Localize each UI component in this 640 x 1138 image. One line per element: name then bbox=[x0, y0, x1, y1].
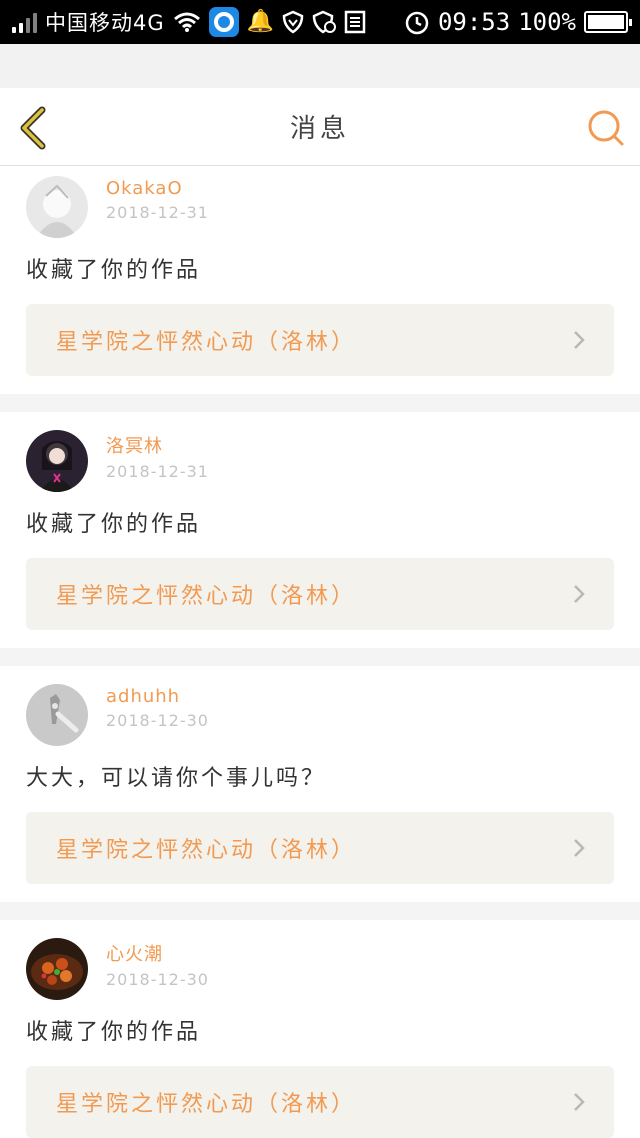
work-link[interactable]: 星学院之怦然心动（洛林） bbox=[26, 1066, 614, 1138]
message-date: 2018-12-31 bbox=[106, 462, 209, 481]
message-date: 2018-12-31 bbox=[106, 203, 209, 222]
message-text: 收藏了你的作品 bbox=[26, 512, 202, 537]
top-spacer bbox=[0, 44, 640, 88]
carrier-label: 中国移动4G bbox=[45, 11, 165, 35]
message-card: 心火潮 2018-12-30 收藏了你的作品 星学院之怦然心动（洛林） bbox=[0, 920, 640, 1138]
message-date: 2018-12-30 bbox=[106, 970, 209, 989]
avatar[interactable] bbox=[26, 430, 88, 492]
username[interactable]: adhuhh bbox=[106, 686, 209, 707]
username[interactable]: OkakaO bbox=[106, 178, 209, 199]
back-arrow-icon[interactable] bbox=[18, 106, 48, 150]
navigation-bar: 消息 bbox=[0, 88, 640, 166]
message-card: 洛冥林 2018-12-31 收藏了你的作品 星学院之怦然心动（洛林） bbox=[0, 412, 640, 648]
page-title: 消息 bbox=[289, 114, 350, 144]
work-title: 星学院之怦然心动（洛林） bbox=[56, 584, 357, 609]
work-link[interactable]: 星学院之怦然心动（洛林） bbox=[26, 812, 614, 884]
status-bar: 中国移动4G 🔔 09:53 100% bbox=[0, 0, 640, 44]
message-list: OkakaO 2018-12-31 收藏了你的作品 星学院之怦然心动（洛林） 洛… bbox=[0, 166, 640, 1138]
avatar[interactable] bbox=[26, 176, 88, 238]
wifi-icon bbox=[173, 12, 200, 32]
shield-plus-icon bbox=[312, 10, 337, 34]
work-title: 星学院之怦然心动（洛林） bbox=[56, 838, 357, 863]
message-text: 大大，可以请你个事儿吗？ bbox=[26, 766, 327, 791]
alarm-icon bbox=[405, 11, 429, 35]
work-link[interactable]: 星学院之怦然心动（洛林） bbox=[26, 304, 614, 376]
message-text: 收藏了你的作品 bbox=[26, 258, 202, 283]
avatar[interactable] bbox=[26, 684, 88, 746]
signal-icon bbox=[12, 11, 37, 33]
message-date: 2018-12-30 bbox=[106, 711, 209, 730]
message-card: OkakaO 2018-12-31 收藏了你的作品 星学院之怦然心动（洛林） bbox=[0, 166, 640, 394]
battery-percent: 100% bbox=[518, 8, 576, 36]
message-text: 收藏了你的作品 bbox=[26, 1020, 202, 1045]
avatar[interactable] bbox=[26, 938, 88, 1000]
storage-icon bbox=[344, 10, 366, 34]
work-title: 星学院之怦然心动（洛林） bbox=[56, 330, 357, 355]
work-title: 星学院之怦然心动（洛林） bbox=[56, 1092, 357, 1117]
clock-time: 09:53 bbox=[437, 8, 511, 36]
username[interactable]: 洛冥林 bbox=[106, 432, 209, 458]
chevron-right-icon bbox=[574, 331, 585, 349]
chevron-right-icon bbox=[574, 585, 585, 603]
shield-icon bbox=[282, 10, 304, 34]
app-notification-icon bbox=[208, 7, 239, 37]
bell-icon: 🔔 bbox=[246, 9, 275, 34]
search-icon[interactable] bbox=[586, 108, 626, 148]
username[interactable]: 心火潮 bbox=[106, 940, 209, 966]
battery-icon bbox=[584, 11, 632, 33]
chevron-right-icon bbox=[574, 839, 585, 857]
work-link[interactable]: 星学院之怦然心动（洛林） bbox=[26, 558, 614, 630]
message-card: adhuhh 2018-12-30 大大，可以请你个事儿吗？ 星学院之怦然心动（… bbox=[0, 666, 640, 902]
chevron-right-icon bbox=[574, 1093, 585, 1111]
